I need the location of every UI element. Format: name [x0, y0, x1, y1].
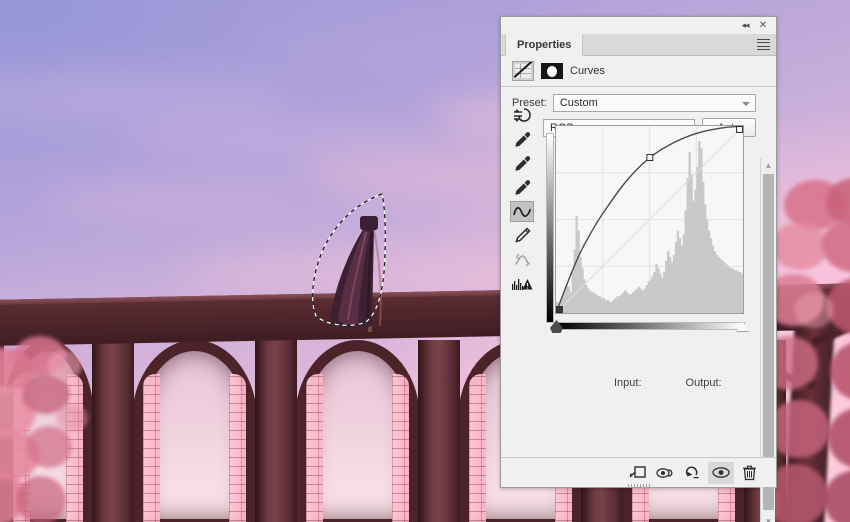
cloud	[250, 30, 530, 70]
curve-control-point[interactable]	[556, 306, 563, 313]
white-point-eyedropper-icon[interactable]	[510, 177, 534, 198]
clip-to-layer-icon[interactable]	[624, 462, 650, 484]
pier-column	[418, 340, 460, 522]
panel-tabstrip[interactable]: Properties	[501, 34, 776, 56]
toggle-layer-visibility-icon[interactable]	[708, 461, 734, 484]
curve-edit-tool-icon[interactable]	[510, 201, 534, 222]
adjustment-title: Curves	[570, 65, 605, 77]
histogram-warning-icon[interactable]	[510, 273, 534, 294]
curves-graph[interactable]: Input: Output:	[546, 125, 749, 389]
input-label: Input:	[614, 377, 642, 389]
output-label: Output:	[685, 377, 722, 389]
properties-panel[interactable]: ◂◂ ✕ Properties Curves Preset: Custom In…	[500, 16, 777, 522]
target-adjustment-tool-icon[interactable]	[510, 105, 534, 126]
input-output-readout: Input: Output:	[614, 377, 722, 389]
pencil-draw-curve-tool-icon[interactable]	[510, 225, 534, 246]
curves-adjustment-icon[interactable]	[512, 61, 534, 81]
layer-mask-thumbnail-icon[interactable]	[541, 63, 563, 79]
photoshop-workspace: ◂◂ ✕ Properties Curves Preset: Custom In…	[0, 0, 850, 522]
smooth-curve-tool-icon[interactable]	[510, 249, 534, 270]
panel-footer	[501, 457, 776, 488]
gray-point-eyedropper-icon[interactable]	[510, 153, 534, 174]
panel-resize-grip[interactable]	[627, 484, 650, 488]
tab-properties[interactable]: Properties	[505, 34, 584, 56]
collapse-panel-icon[interactable]: ◂◂	[738, 19, 752, 32]
cherry-blossom-tree-left	[0, 330, 180, 522]
curve-svg	[556, 126, 743, 313]
histogram	[556, 140, 743, 313]
cloud	[40, 180, 300, 220]
black-point-eyedropper-icon[interactable]	[510, 129, 534, 150]
scroll-up-icon[interactable]: ▲	[761, 158, 776, 172]
delete-adjustment-layer-icon[interactable]	[736, 462, 762, 484]
banner-on-pole	[330, 216, 382, 332]
close-panel-icon[interactable]: ✕	[756, 19, 770, 32]
curve-control-point[interactable]	[736, 126, 743, 133]
reset-adjustment-icon[interactable]	[680, 462, 706, 484]
panel-titlebar[interactable]: ◂◂ ✕	[501, 17, 776, 34]
scroll-down-icon[interactable]: ▼	[761, 514, 776, 522]
curve-plot-area[interactable]	[555, 125, 744, 314]
output-gradient-bar	[546, 133, 554, 323]
adjustment-header: Curves	[501, 56, 776, 87]
tab-properties-label: Properties	[517, 39, 572, 51]
pier-column	[255, 340, 297, 522]
input-gradient-bar[interactable]	[555, 322, 745, 330]
preset-row: Preset: Custom	[501, 87, 776, 112]
arch-opening	[295, 340, 420, 522]
view-previous-state-icon[interactable]	[652, 462, 678, 484]
curve-control-point[interactable]	[646, 154, 654, 161]
panel-menu-icon[interactable]	[757, 39, 770, 50]
preset-value: Custom	[559, 97, 598, 109]
preset-dropdown[interactable]: Custom	[552, 94, 756, 112]
curves-tool-rail[interactable]	[509, 105, 535, 294]
curves-body: Preset: Custom RGB Auto	[501, 87, 776, 522]
